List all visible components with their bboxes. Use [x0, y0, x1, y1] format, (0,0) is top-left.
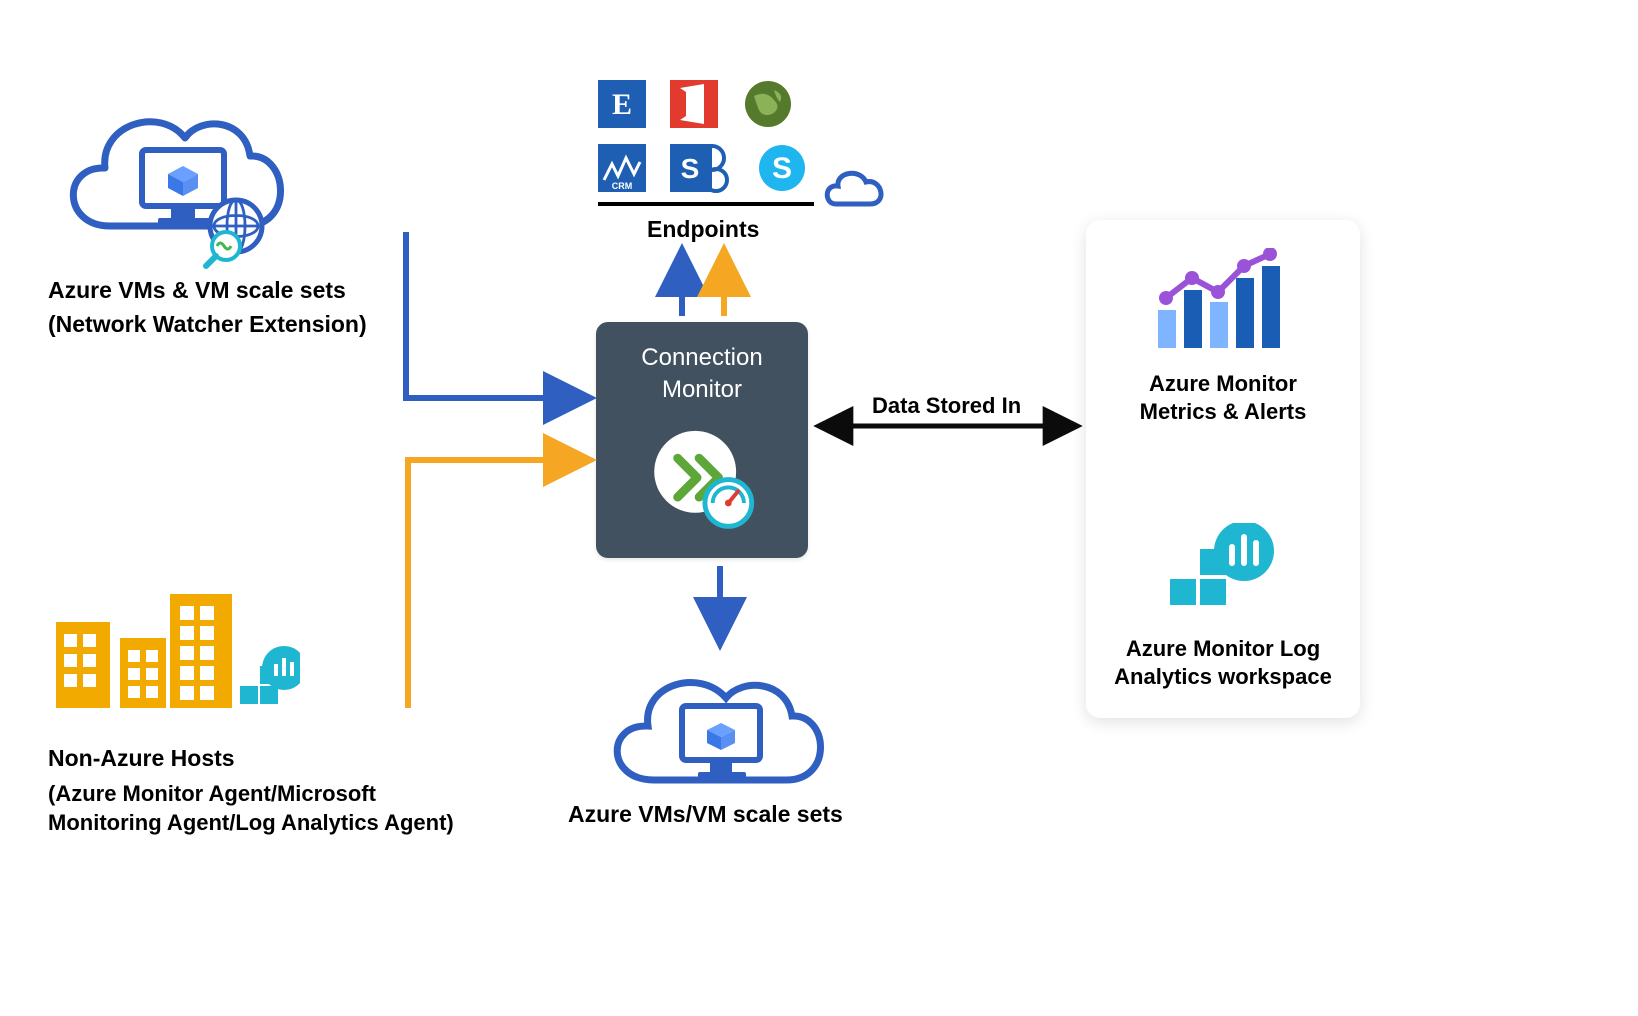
connector-nonazure-to-cm	[408, 460, 588, 708]
connectors	[0, 0, 1638, 1016]
connector-azure-to-cm	[406, 232, 588, 398]
data-stored-label: Data Stored In	[872, 392, 1021, 421]
